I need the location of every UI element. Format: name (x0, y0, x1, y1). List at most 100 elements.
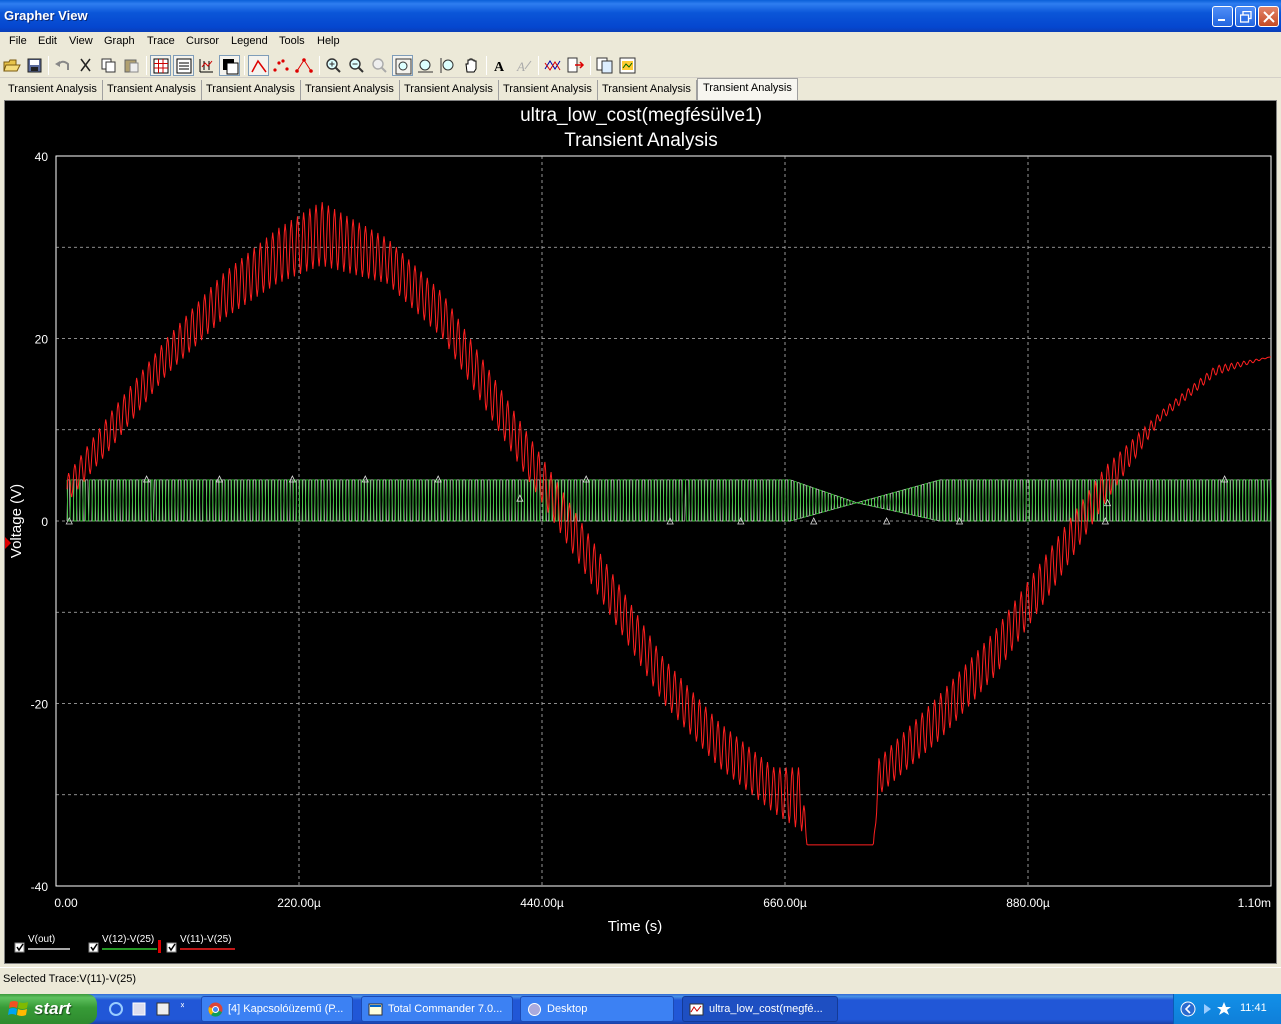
menu-edit[interactable]: Edit (38, 35, 57, 47)
tab-transient-analysis-5[interactable]: Transient Analysis (399, 80, 499, 100)
properties-icon (619, 57, 636, 74)
taskbar: start » [4] Kapcsolóüzemű (P... Total Co… (0, 994, 1281, 1024)
open-icon (3, 59, 21, 72)
cursors-button[interactable] (196, 55, 217, 76)
system-tray: 11:41 (1173, 994, 1281, 1024)
grid-button[interactable] (150, 55, 171, 76)
tab-transient-analysis-6[interactable]: Transient Analysis (498, 80, 598, 100)
trace-points-icon (273, 59, 289, 72)
menu-legend[interactable]: Legend (231, 35, 268, 47)
undo-button[interactable] (52, 55, 73, 76)
open-button[interactable] (1, 55, 22, 76)
ie-icon[interactable] (109, 1002, 123, 1016)
restore-icon (1240, 11, 1252, 23)
zoom-full-icon (372, 58, 387, 73)
tab-transient-analysis-8[interactable]: Transient Analysis (697, 78, 798, 100)
chrome-icon (208, 1002, 223, 1017)
close-button[interactable] (1258, 6, 1279, 27)
chart-legend: V(out) V(12)-V(25) V(11)-V(25) (14, 934, 235, 953)
task-total-commander[interactable]: Total Commander 7.0... (361, 996, 513, 1022)
menu-trace[interactable]: Trace (147, 35, 175, 47)
trace-line-button[interactable] (248, 55, 269, 76)
export-button[interactable] (565, 55, 586, 76)
graph-panel[interactable]: ultra_low_cost(megfésülve1) Transient An… (4, 100, 1277, 964)
copy-graph-button[interactable] (594, 55, 615, 76)
explorer-icon[interactable] (132, 1002, 146, 1016)
tab-transient-analysis-1[interactable]: Transient Analysis (3, 80, 103, 100)
paste-button[interactable] (121, 55, 142, 76)
menu-bar: File Edit View Graph Trace Cursor Legend… (0, 32, 1281, 53)
properties-button[interactable] (617, 55, 638, 76)
copy-button[interactable] (98, 55, 119, 76)
menu-view[interactable]: View (69, 35, 93, 47)
x-tick-label: 1.10m (1238, 896, 1271, 910)
menu-file[interactable]: File (9, 35, 27, 47)
trace-line-points-button[interactable] (294, 55, 315, 76)
y-tick-label: -20 (31, 698, 49, 712)
legend-label: V(11)-V(25) (180, 934, 232, 945)
tab-transient-analysis-7[interactable]: Transient Analysis (597, 80, 697, 100)
overlay-icon (544, 60, 561, 71)
y-tick-label: -40 (31, 880, 49, 894)
zoom-y-icon (440, 58, 454, 73)
x-tick-label: 880.00µ (1006, 896, 1050, 910)
trace-points-button[interactable] (271, 55, 292, 76)
zoom-y-button[interactable] (438, 55, 459, 76)
minimize-icon (1218, 19, 1225, 21)
tray-icons[interactable] (1178, 994, 1238, 1024)
quick-launch[interactable]: » (104, 994, 184, 1024)
cut-button[interactable] (75, 55, 96, 76)
trace-line-icon (251, 59, 267, 73)
zoom-area-icon (395, 58, 412, 75)
desktop-icon (528, 1003, 541, 1016)
tray-expand-icon[interactable] (1180, 1001, 1196, 1017)
menu-cursor[interactable]: Cursor (186, 35, 219, 47)
app-quick-icon[interactable] (156, 1002, 170, 1016)
x-tick-label: 660.00µ (763, 896, 807, 910)
quick-launch-more-icon[interactable]: » (180, 1000, 184, 1011)
selected-marker (158, 940, 161, 953)
text-disabled-button[interactable]: A (513, 55, 534, 76)
zoom-area-button[interactable] (392, 55, 413, 76)
cursors-icon (199, 59, 213, 73)
zoom-full-button[interactable] (369, 55, 390, 76)
x-tick-label: 220.00µ (277, 896, 321, 910)
text-button[interactable]: A (490, 55, 511, 76)
pan-button[interactable] (461, 55, 482, 76)
task-desktop[interactable]: Desktop (520, 996, 674, 1022)
legend-button[interactable] (173, 55, 194, 76)
clock: 11:41 (1240, 1002, 1267, 1014)
export-icon (567, 57, 585, 73)
y-tick-label: 40 (35, 150, 49, 164)
tray-network-icon[interactable] (1204, 1004, 1211, 1014)
menu-help[interactable]: Help (317, 35, 340, 47)
tab-transient-analysis-3[interactable]: Transient Analysis (201, 80, 301, 100)
zoom-x-button[interactable] (415, 55, 436, 76)
pan-icon (465, 58, 477, 73)
tab-transient-analysis-2[interactable]: Transient Analysis (102, 80, 202, 100)
y-axis-label: Voltage (V) (8, 484, 25, 558)
start-button[interactable]: start (0, 994, 97, 1024)
overlay-button[interactable] (542, 55, 563, 76)
tray-star-icon[interactable] (1217, 1002, 1231, 1015)
legend-icon (176, 58, 192, 74)
zoom-in-icon (326, 58, 341, 73)
save-button[interactable] (24, 55, 45, 76)
zoom-in-button[interactable] (323, 55, 344, 76)
task-label: Desktop (547, 1003, 588, 1015)
trace-line-points-icon (295, 58, 313, 73)
text-disabled-icon: A (516, 59, 532, 74)
transient-chart[interactable]: ultra_low_cost(megfésülve1) Transient An… (5, 101, 1278, 965)
menu-graph[interactable]: Graph (104, 35, 135, 47)
menu-tools[interactable]: Tools (279, 35, 305, 47)
toolbar: A A (0, 53, 1281, 78)
zoom-out-button[interactable] (346, 55, 367, 76)
reverse-colors-icon (223, 59, 239, 75)
task-grapher[interactable]: ultra_low_cost(megfé... (682, 996, 838, 1022)
start-label: start (34, 999, 71, 1018)
reverse-colors-button[interactable] (219, 55, 240, 76)
minimize-button[interactable] (1212, 6, 1233, 27)
tab-transient-analysis-4[interactable]: Transient Analysis (300, 80, 400, 100)
maximize-button[interactable] (1235, 6, 1256, 27)
task-chrome[interactable]: [4] Kapcsolóüzemű (P... (201, 996, 353, 1022)
